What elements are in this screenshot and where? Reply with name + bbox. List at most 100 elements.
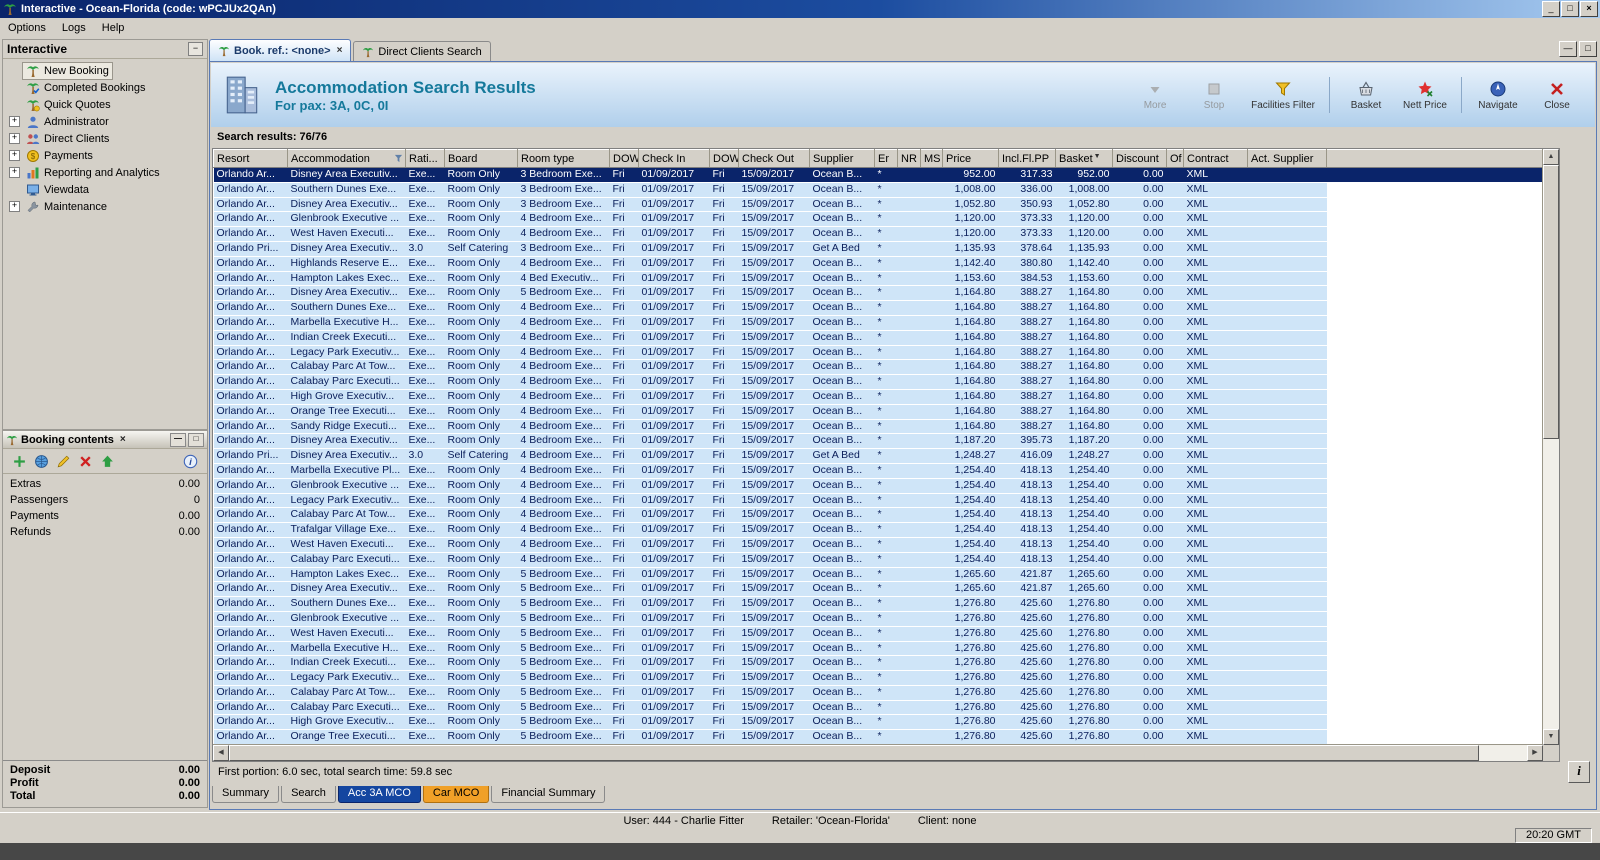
sidebar-item-new-booking[interactable]: New Booking bbox=[3, 61, 207, 80]
table-row[interactable]: Orlando Ar... Highlands Reserve E... Exe..… bbox=[213, 256, 1543, 272]
booking-contents-close-icon[interactable]: × bbox=[117, 434, 129, 445]
table-row[interactable]: Orlando Ar... Calabay Parc Executi... Exe.… bbox=[213, 700, 1543, 716]
bottom-tab-search[interactable]: Search bbox=[281, 786, 336, 803]
table-row[interactable]: Orlando Pri... Disney Area Executiv... 3.0… bbox=[213, 241, 1543, 257]
info-button[interactable]: i bbox=[1568, 761, 1590, 783]
sidebar-item-administrator[interactable]: + Administrator bbox=[3, 113, 207, 130]
tab-direct-clients-search[interactable]: Direct Clients Search bbox=[353, 41, 491, 61]
column-header-act-supplier[interactable]: Act. Supplier bbox=[1247, 149, 1327, 168]
column-header-board[interactable]: Board bbox=[444, 149, 518, 168]
bottom-tab-financial-summary[interactable]: Financial Summary bbox=[491, 786, 606, 803]
booking-contents-minimize-button[interactable]: — bbox=[170, 432, 186, 447]
column-header-ms[interactable]: MS bbox=[920, 149, 943, 168]
add-icon[interactable] bbox=[12, 454, 27, 469]
table-row[interactable]: Orlando Ar... Indian Creek Executi... Exe.… bbox=[213, 655, 1543, 672]
sidebar-item-maintenance[interactable]: + Maintenance bbox=[3, 198, 207, 215]
table-row[interactable]: Orlando Ar... Orange Tree Executi... Exe..… bbox=[213, 729, 1543, 745]
table-row[interactable]: Orlando Ar... Glenbrook Executive ... Exe.… bbox=[213, 211, 1543, 228]
table-row[interactable]: Orlando Ar... Disney Area Executiv... Exe.… bbox=[213, 285, 1543, 302]
vertical-scrollbar[interactable]: ▲ ▼ bbox=[1542, 149, 1559, 745]
scroll-left-icon[interactable]: ◀ bbox=[213, 745, 229, 761]
sidebar-item-completed-bookings[interactable]: Completed Bookings bbox=[3, 79, 207, 96]
table-row[interactable]: Orlando Ar... Disney Area Executiv... Exe.… bbox=[213, 433, 1543, 450]
table-row[interactable]: Orlando Ar... Southern Dunes Exe... Exe...… bbox=[213, 300, 1543, 316]
table-row[interactable]: Orlando Ar... Legacy Park Executiv... Exe.… bbox=[213, 493, 1543, 509]
menu-logs[interactable]: Logs bbox=[54, 20, 94, 36]
column-header-dow[interactable]: DOW bbox=[709, 149, 739, 168]
sidebar-item-quick-quotes[interactable]: Quick Quotes bbox=[3, 96, 207, 113]
hscrollbar-thumb[interactable] bbox=[229, 745, 1479, 761]
sidebar-item-reporting-and-analytics[interactable]: + Reporting and Analytics bbox=[3, 164, 207, 181]
table-row[interactable]: Orlando Ar... Disney Area Executiv... Exe.… bbox=[213, 197, 1543, 213]
column-header-dow[interactable]: DOW bbox=[609, 149, 639, 168]
globe-icon[interactable] bbox=[34, 454, 49, 469]
expand-icon[interactable]: + bbox=[9, 150, 20, 161]
facilities-filter-button[interactable]: Facilities Filter bbox=[1245, 77, 1321, 114]
filter-icon[interactable] bbox=[394, 154, 403, 163]
table-row[interactable]: Orlando Ar... Disney Area Executiv... Exe.… bbox=[213, 167, 1543, 183]
horizontal-scrollbar[interactable]: ◀ ▶ bbox=[213, 744, 1543, 761]
navigate-button[interactable]: Navigate bbox=[1470, 77, 1526, 114]
nett-price-button[interactable]: Nett Price bbox=[1397, 77, 1453, 114]
edit-icon[interactable] bbox=[56, 454, 71, 469]
sidebar-item-direct-clients[interactable]: + Direct Clients bbox=[3, 130, 207, 147]
column-header-check-in[interactable]: Check In bbox=[638, 149, 710, 168]
table-row[interactable]: Orlando Pri... Disney Area Executiv... 3.0… bbox=[213, 448, 1543, 464]
table-row[interactable]: Orlando Ar... Disney Area Executiv... Exe.… bbox=[213, 581, 1543, 598]
minimize-button[interactable]: _ bbox=[1542, 1, 1560, 17]
tab-close-icon[interactable]: × bbox=[337, 45, 343, 56]
vscrollbar-thumb[interactable] bbox=[1543, 165, 1559, 440]
column-header-price[interactable]: Price bbox=[942, 149, 999, 168]
expand-icon[interactable]: + bbox=[9, 201, 20, 212]
table-row[interactable]: Orlando Ar... High Grove Executiv... Exe..… bbox=[213, 714, 1543, 731]
table-row[interactable]: Orlando Ar... Glenbrook Executive ... Exe.… bbox=[213, 611, 1543, 627]
table-row[interactable]: Orlando Ar... Calabay Parc Executi... Exe.… bbox=[213, 552, 1543, 568]
basket-button[interactable]: Basket bbox=[1338, 77, 1394, 114]
expand-icon[interactable]: + bbox=[9, 133, 20, 144]
table-row[interactable]: Orlando Ar... Legacy Park Executiv... Exe.… bbox=[213, 345, 1543, 361]
column-header-basket[interactable]: Basket▼ bbox=[1055, 149, 1113, 168]
table-row[interactable]: Orlando Ar... Calabay Parc At Tow... Exe..… bbox=[213, 685, 1543, 701]
column-header-rati[interactable]: Rati... bbox=[405, 149, 445, 168]
bottom-tab-summary[interactable]: Summary bbox=[212, 786, 280, 803]
table-row[interactable]: Orlando Ar... Hampton Lakes Exec... Exe...… bbox=[213, 567, 1543, 583]
column-header-er[interactable]: Er bbox=[874, 149, 898, 168]
table-row[interactable]: Orlando Ar... West Haven Executi... Exe...… bbox=[213, 626, 1543, 642]
table-row[interactable]: Orlando Ar... Hampton Lakes Exec... Exe...… bbox=[213, 271, 1543, 287]
close-button[interactable]: Close bbox=[1529, 77, 1585, 114]
expand-icon[interactable]: + bbox=[9, 116, 20, 127]
mdi-minimize-button[interactable]: — bbox=[1559, 41, 1577, 57]
menu-help[interactable]: Help bbox=[94, 20, 133, 36]
table-row[interactable]: Orlando Ar... Calabay Parc At Tow... Exe..… bbox=[213, 507, 1543, 524]
menu-options[interactable]: Options bbox=[0, 20, 54, 36]
column-header-resort[interactable]: Resort bbox=[213, 149, 288, 168]
column-header-room-type[interactable]: Room type bbox=[517, 149, 610, 168]
sidebar-item-viewdata[interactable]: Viewdata bbox=[3, 181, 207, 198]
table-row[interactable]: Orlando Ar... Calabay Parc Executi... Exe.… bbox=[213, 374, 1543, 390]
scroll-up-icon[interactable]: ▲ bbox=[1543, 149, 1559, 165]
expand-icon[interactable]: + bbox=[9, 167, 20, 178]
move-up-icon[interactable] bbox=[100, 454, 115, 469]
table-row[interactable]: Orlando Ar... Marbella Executive H... Exe.… bbox=[213, 641, 1543, 657]
maximize-button[interactable]: □ bbox=[1561, 1, 1579, 17]
column-header-incl-fl-pp[interactable]: Incl.Fl.PP bbox=[998, 149, 1056, 168]
table-row[interactable]: Orlando Ar... West Haven Executi... Exe...… bbox=[213, 226, 1543, 242]
column-header-discount[interactable]: Discount bbox=[1112, 149, 1167, 168]
info-icon[interactable]: i bbox=[183, 454, 198, 469]
column-header-check-out[interactable]: Check Out bbox=[738, 149, 810, 168]
table-row[interactable]: Orlando Ar... Legacy Park Executiv... Exe.… bbox=[213, 670, 1543, 686]
table-row[interactable]: Orlando Ar... Calabay Parc At Tow... Exe..… bbox=[213, 359, 1543, 376]
sidebar-item-payments[interactable]: + $ Payments bbox=[3, 147, 207, 164]
table-row[interactable]: Orlando Ar... Marbella Executive H... Exe.… bbox=[213, 315, 1543, 331]
column-header-of[interactable]: Of bbox=[1166, 149, 1184, 168]
table-row[interactable]: Orlando Ar... Indian Creek Executi... Exe.… bbox=[213, 330, 1543, 346]
table-row[interactable]: Orlando Ar... High Grove Executiv... Exe..… bbox=[213, 389, 1543, 405]
booking-contents-maximize-button[interactable]: □ bbox=[188, 432, 204, 447]
column-header-contract[interactable]: Contract bbox=[1183, 149, 1248, 168]
table-row[interactable]: Orlando Ar... Orange Tree Executi... Exe..… bbox=[213, 404, 1543, 420]
bottom-tab-acc-3a-mco[interactable]: Acc 3A MCO bbox=[337, 786, 421, 803]
bottom-tab-car-mco[interactable]: Car MCO bbox=[422, 786, 490, 803]
collapse-panel-button[interactable]: − bbox=[188, 42, 203, 56]
table-row[interactable]: Orlando Ar... Southern Dunes Exe... Exe...… bbox=[213, 596, 1543, 612]
table-row[interactable]: Orlando Ar... Glenbrook Executive ... Exe.… bbox=[213, 478, 1543, 494]
